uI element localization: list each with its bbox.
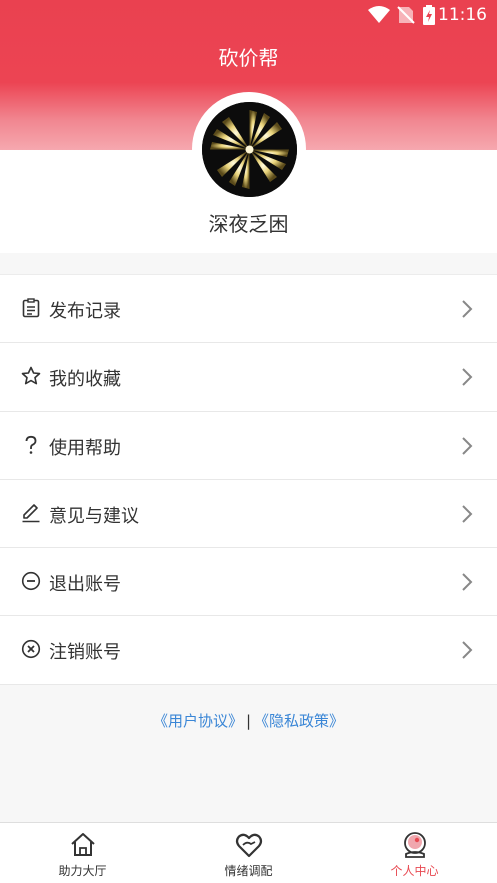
heart-hands-icon: [235, 833, 262, 858]
user-agreement-link[interactable]: 《用户协议》: [153, 712, 243, 730]
status-time: 11:16: [438, 5, 487, 25]
menu-label: 意见与建议: [49, 505, 139, 527]
chevron-right-icon: [462, 368, 473, 387]
legal-links: 《用户协议》 | 《隐私政策》: [0, 710, 497, 731]
star-icon: [21, 366, 41, 385]
menu-label: 发布记录: [49, 301, 121, 322]
menu-item-favorites[interactable]: 我的收藏: [0, 343, 497, 412]
chevron-right-icon: [462, 300, 473, 318]
chevron-right-icon: [462, 505, 473, 523]
avatar[interactable]: [202, 102, 297, 197]
chevron-right-icon: [462, 641, 473, 660]
question-icon: [25, 435, 37, 454]
pencil-icon: [22, 504, 40, 523]
clipboard-icon: [22, 298, 40, 318]
link-separator: |: [245, 712, 252, 730]
privacy-policy-link[interactable]: 《隐私政策》: [254, 712, 344, 730]
menu-label: 退出账号: [49, 574, 121, 596]
tab-label: 助力大厅: [58, 864, 107, 878]
battery-charging-icon: [423, 5, 435, 25]
menu-item-delete-account[interactable]: 注销账号: [0, 616, 497, 685]
menu-item-help[interactable]: 使用帮助: [0, 412, 497, 480]
chevron-right-icon: [462, 573, 473, 591]
menu-item-publish-records[interactable]: 发布记录: [0, 275, 497, 344]
home-icon: [70, 833, 95, 856]
no-sim-icon: [397, 6, 415, 24]
wifi-icon: [368, 6, 390, 23]
tab-label: 情绪调配: [224, 864, 273, 878]
menu-label: 使用帮助: [49, 437, 121, 459]
person-icon: [403, 832, 426, 858]
bottom-tab-bar: 助力大厅 情绪调配 个人中心: [0, 822, 497, 883]
menu-item-logout[interactable]: 退出账号: [0, 548, 497, 617]
tab-profile[interactable]: 个人中心: [332, 823, 497, 883]
x-circle-icon: [21, 640, 41, 659]
nickname: 深夜乏困: [208, 212, 289, 236]
tab-help-hall[interactable]: 助力大厅: [0, 823, 165, 883]
menu-item-feedback[interactable]: 意见与建议: [0, 480, 497, 549]
menu-label: 我的收藏: [49, 369, 121, 391]
menu-label: 注销账号: [49, 642, 121, 664]
page-title: 砍价帮: [218, 46, 279, 70]
minus-circle-icon: [21, 572, 41, 591]
tab-mood[interactable]: 情绪调配: [166, 823, 331, 883]
menu-list: 发布记录 我的收藏 使用帮助 意见与建议 退出账号 注销账号: [0, 274, 497, 685]
chevron-right-icon: [462, 436, 473, 455]
tab-label: 个人中心: [390, 864, 439, 878]
status-bar: 11:16: [0, 0, 497, 30]
